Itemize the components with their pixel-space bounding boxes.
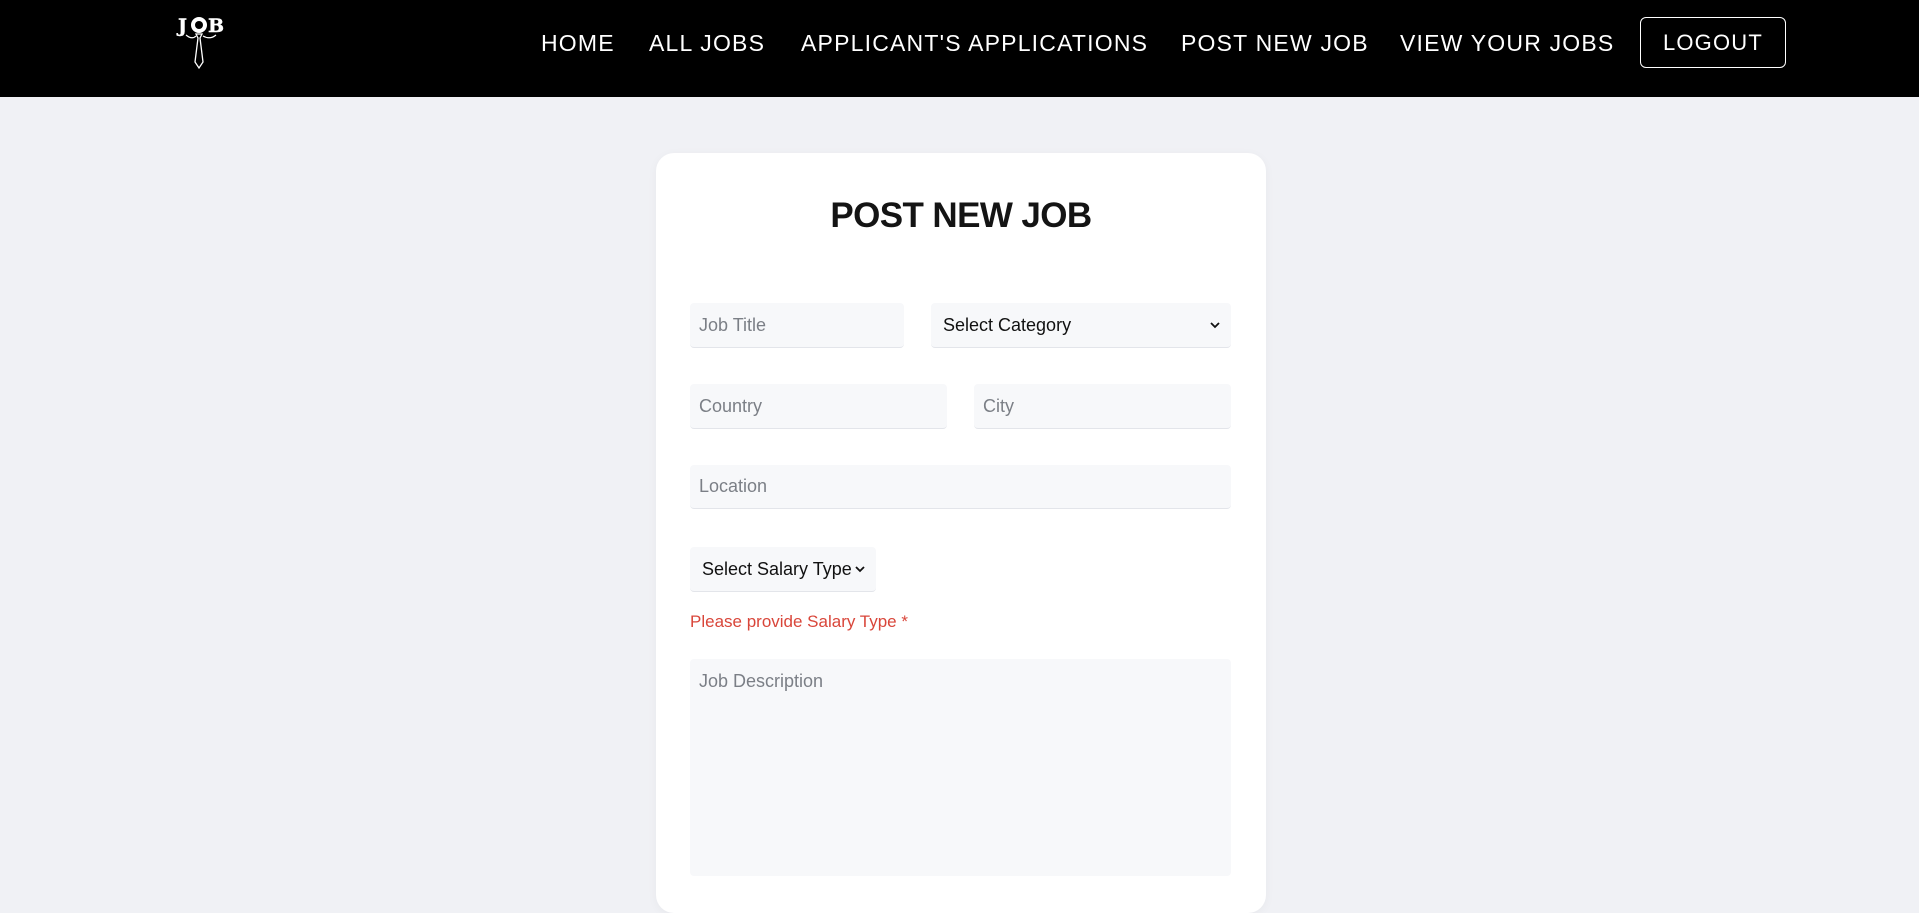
job-description-placeholder: Job Description (699, 671, 824, 691)
category-select[interactable]: Select Category (931, 303, 1231, 348)
nav-link-applicants-applications[interactable]: APPLICANT'S APPLICATIONS (801, 28, 1148, 58)
logo-letter-j: J (176, 15, 187, 37)
job-description-textarea[interactable]: Job Description (690, 659, 1231, 876)
nav-link-post-new-job[interactable]: POST NEW JOB (1181, 28, 1369, 58)
nav-link-all-jobs[interactable]: ALL JOBS (649, 28, 765, 58)
logout-button[interactable]: LOGOUT (1640, 17, 1786, 68)
city-placeholder: City (983, 395, 1014, 416)
location-placeholder: Location (699, 476, 768, 496)
navbar: J B HOME ALL JOBS APPLICANT'S APPLICATIO… (0, 0, 1919, 97)
salary-type-error: Please provide Salary Type * (690, 612, 908, 631)
country-placeholder: Country (699, 395, 763, 416)
chevron-down-icon (855, 566, 865, 573)
nav-link-view-your-jobs[interactable]: VIEW YOUR JOBS (1400, 28, 1614, 58)
location-input[interactable]: Location (690, 465, 1231, 509)
salary-type-select-value: Select Salary Type (702, 558, 852, 579)
salary-type-select[interactable]: Select Salary Type (690, 547, 876, 592)
city-input[interactable]: City (974, 384, 1231, 429)
chevron-down-icon (1210, 322, 1220, 329)
job-title-placeholder: Job Title (699, 314, 767, 335)
country-input[interactable]: Country (690, 384, 947, 429)
category-select-value: Select Category (943, 314, 1072, 335)
page-title: POST NEW JOB (830, 196, 1092, 235)
job-logo-icon[interactable]: J B (176, 10, 226, 72)
svg-text:B: B (208, 15, 224, 37)
job-title-input[interactable]: Job Title (690, 303, 904, 348)
nav-link-home[interactable]: HOME (541, 28, 615, 58)
